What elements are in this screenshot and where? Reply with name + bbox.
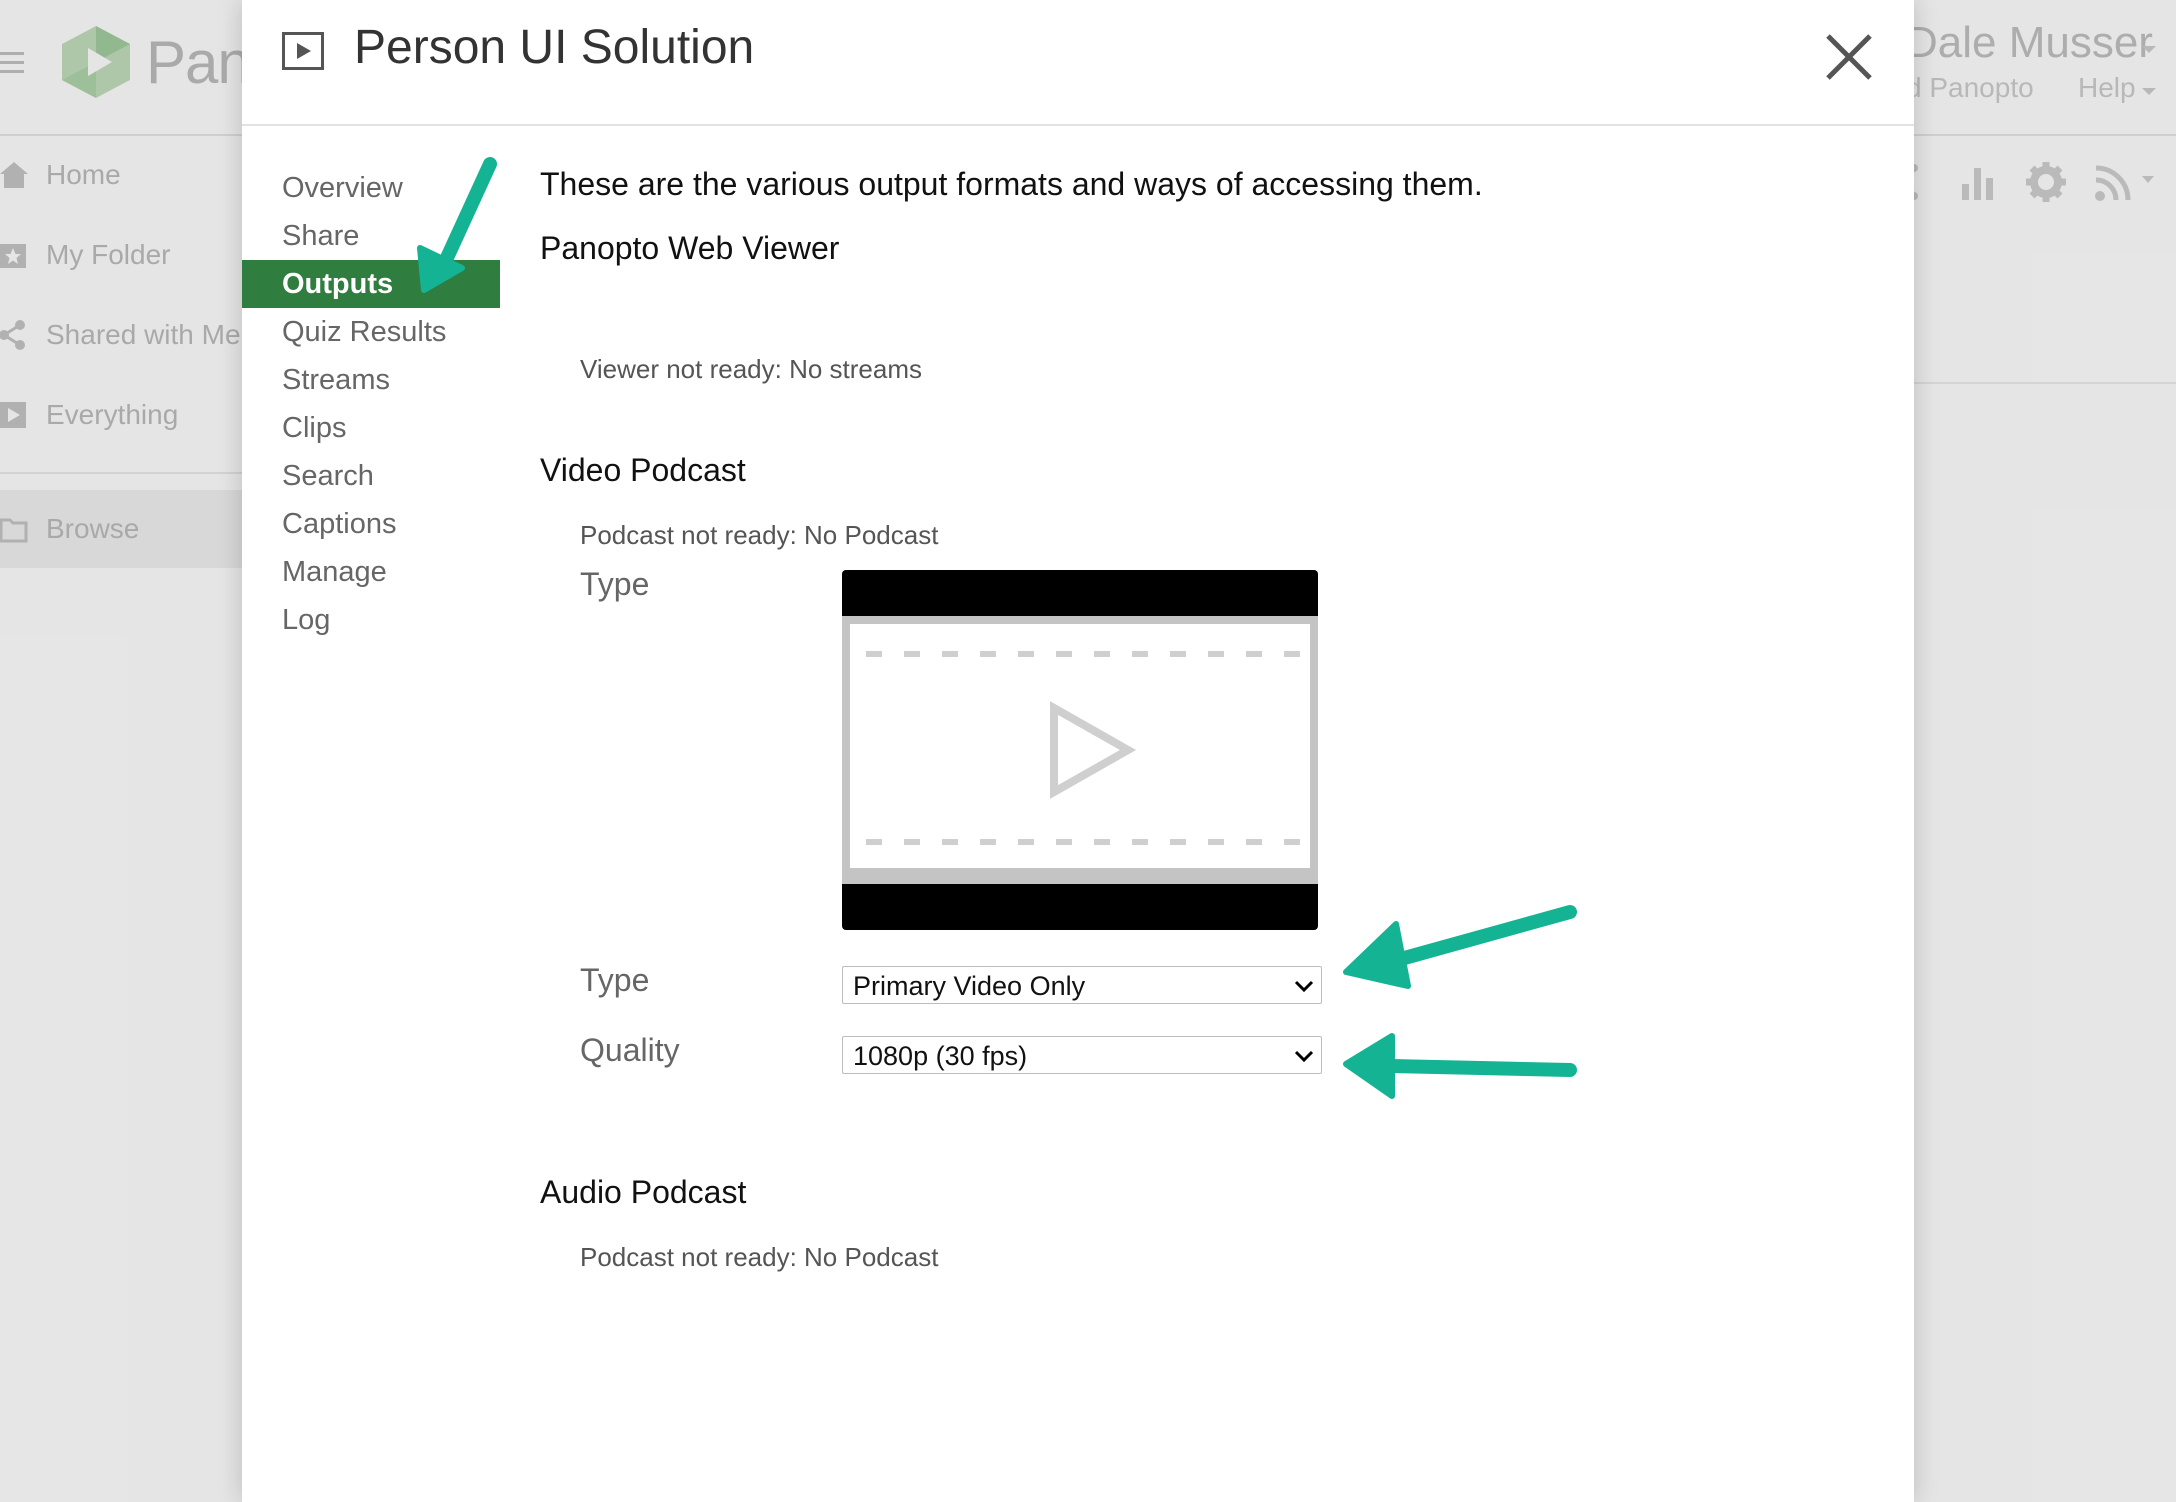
web-viewer-heading: Panopto Web Viewer — [540, 230, 840, 266]
web-viewer-status: Viewer not ready: No streams — [580, 354, 922, 384]
outputs-panel: These are the various output formats and… — [540, 0, 1914, 1502]
tab-clips[interactable]: Clips — [242, 404, 500, 452]
outputs-intro: These are the various output formats and… — [540, 166, 1483, 202]
settings-tabs: Overview Share Outputs Quiz Results Stre… — [242, 164, 500, 644]
quality-select-value: 1080p (30 fps) — [853, 1041, 1028, 1071]
video-podcast-status: Podcast not ready: No Podcast — [580, 520, 939, 550]
audio-podcast-status: Podcast not ready: No Podcast — [580, 1242, 939, 1272]
tab-share[interactable]: Share — [242, 212, 500, 260]
tab-overview[interactable]: Overview — [242, 164, 500, 212]
audio-podcast-heading: Audio Podcast — [540, 1174, 747, 1210]
tab-streams[interactable]: Streams — [242, 356, 500, 404]
chevron-down-icon — [1294, 980, 1314, 993]
tab-log[interactable]: Log — [242, 596, 500, 644]
chevron-down-icon — [1294, 1050, 1314, 1063]
video-podcast-heading: Video Podcast — [540, 452, 746, 488]
tab-quiz-results[interactable]: Quiz Results — [242, 308, 500, 356]
tab-manage[interactable]: Manage — [242, 548, 500, 596]
quality-select[interactable]: 1080p (30 fps) — [842, 1036, 1322, 1074]
video-type-label: Type — [580, 566, 650, 602]
tab-outputs[interactable]: Outputs — [242, 260, 500, 308]
type-select[interactable]: Primary Video Only — [842, 966, 1322, 1004]
type-select-value: Primary Video Only — [853, 971, 1086, 1001]
type-label: Type — [580, 962, 650, 998]
session-settings-modal: Person UI Solution Overview Share Output… — [242, 0, 1914, 1502]
tab-captions[interactable]: Captions — [242, 500, 500, 548]
quality-label: Quality — [580, 1032, 680, 1068]
video-icon — [282, 32, 324, 70]
video-thumbnail-placeholder — [842, 570, 1318, 930]
tab-search[interactable]: Search — [242, 452, 500, 500]
